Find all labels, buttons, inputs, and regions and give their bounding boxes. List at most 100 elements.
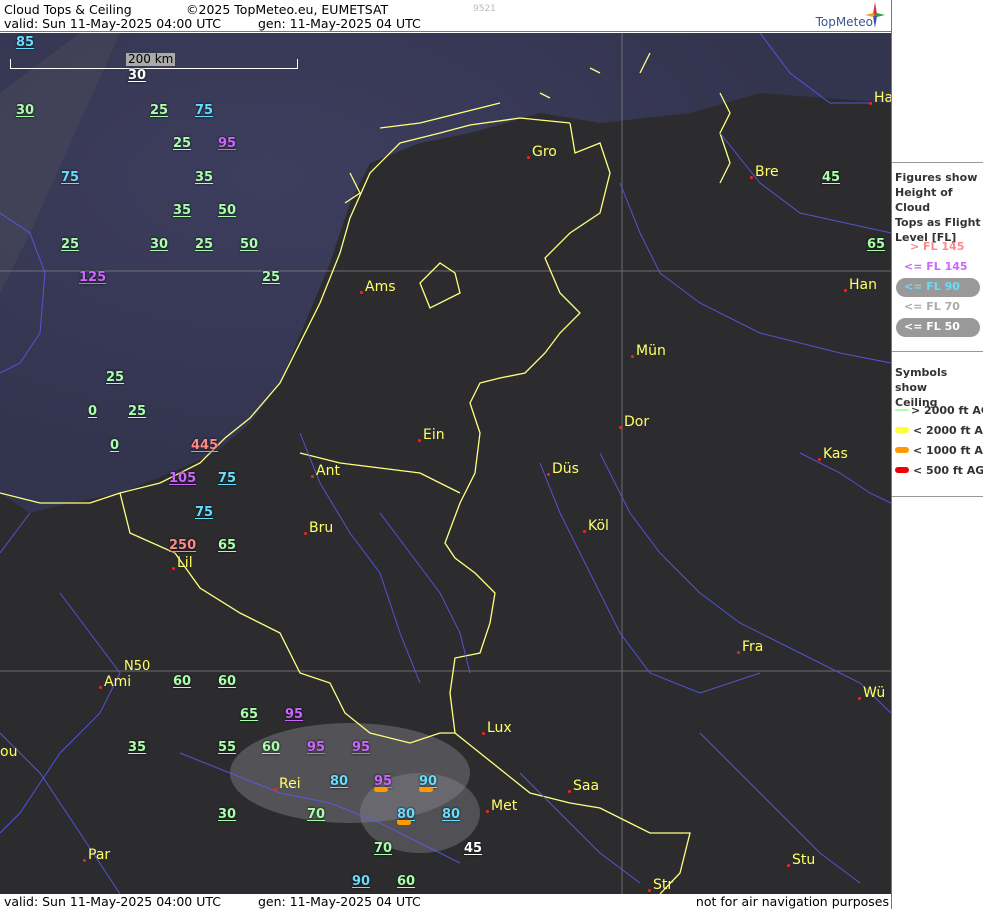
cloud-top-value: 75 — [61, 170, 80, 185]
cloud-top-value: 80 — [442, 807, 461, 822]
city-label: Ams — [360, 280, 396, 294]
legend-ceiling-item: < 500 ft AGL — [913, 464, 983, 477]
cloud-top-value: 75 — [195, 103, 214, 118]
legend-tops-title: Figures show Height of Cloud Tops as Fli… — [895, 171, 981, 244]
city-label: Wü — [858, 686, 885, 700]
cloud-top-value: 25 — [195, 237, 214, 252]
cloud-top-value: 50 — [240, 237, 259, 252]
legend-ceiling-item: > 2000 ft AGL — [911, 404, 983, 417]
satellite-map: 200 km N50 Gro Bre Ha Ams Han Mün Ein Do… — [0, 33, 891, 894]
ceiling-symbol-icon — [895, 409, 909, 411]
city-label: Met — [486, 799, 517, 813]
cloud-top-value: 60 — [397, 874, 416, 889]
city-label: Stu — [787, 853, 815, 867]
city-label: Par — [83, 848, 110, 862]
city-label: Bre — [750, 165, 779, 179]
cloud-top-value: 35 — [173, 203, 192, 218]
cloud-top-value: 95 — [218, 136, 237, 151]
city-label: Ha — [869, 91, 891, 105]
cloud-top-value: 75 — [218, 471, 237, 486]
city-label: Bru — [304, 521, 333, 535]
city-label: Fra — [737, 640, 763, 654]
cloud-top-value: 95 — [307, 740, 326, 755]
cloud-top-value: 75 — [195, 505, 214, 520]
scale-label: 200 km — [126, 52, 176, 66]
city-label: Düs — [547, 462, 579, 476]
footer-valid-time: valid: Sun 11-May-2025 04:00 UTC — [4, 894, 221, 909]
ceiling-symbol — [419, 787, 433, 792]
city-label: Ant — [311, 464, 340, 478]
city-label: Lil — [172, 556, 193, 570]
legend-panel: Figures show Height of Cloud Tops as Fli… — [891, 0, 983, 909]
valid-time: valid: Sun 11-May-2025 04:00 UTC — [4, 16, 221, 31]
city-label: Han — [844, 278, 877, 292]
cloud-top-value: 65 — [240, 707, 259, 722]
cloud-top-value: 30 — [150, 237, 169, 252]
city-label: Str — [648, 878, 673, 892]
cloud-top-value: 50 — [218, 203, 237, 218]
legend-tops-item: <= FL 90 — [904, 280, 960, 293]
ceiling-symbol — [374, 787, 388, 792]
city-label: Saa — [568, 779, 599, 793]
cloud-top-value: 25 — [106, 370, 125, 385]
footer-bar: valid: Sun 11-May-2025 04:00 UTC gen: 11… — [0, 894, 891, 909]
cloud-top-value: 60 — [262, 740, 281, 755]
cloud-top-value: 70 — [307, 807, 326, 822]
city-label: Rei — [274, 777, 301, 791]
city-label: Lux — [482, 721, 512, 735]
cloud-top-value: 35 — [128, 740, 147, 755]
compass-icon — [865, 2, 885, 28]
cloud-top-value: 85 — [16, 35, 35, 50]
header-bar: Cloud Tops & Ceiling ©2025 TopMeteo.eu, … — [0, 0, 891, 32]
cloud-top-value: 250 — [169, 538, 197, 553]
cloud-top-value: 30 — [218, 807, 237, 822]
topmeteo-logo: TopMeteo — [790, 2, 885, 30]
cloud-top-value: 60 — [218, 674, 237, 689]
cloud-top-value: 65 — [867, 237, 886, 252]
cloud-top-value: 90 — [352, 874, 371, 889]
disclaimer: not for air navigation purposes — [695, 894, 889, 909]
cloud-top-value: 30 — [128, 68, 147, 83]
cloud-top-value: 25 — [61, 237, 80, 252]
cloud-top-value: 0 — [110, 438, 120, 453]
copyright: ©2025 TopMeteo.eu, EUMETSAT — [186, 2, 389, 17]
city-label: Gro — [527, 145, 557, 159]
legend-ceiling-item: < 2000 ft AGL — [913, 424, 983, 437]
city-label: Mün — [631, 344, 666, 358]
generated-time: gen: 11-May-2025 04 UTC — [258, 16, 421, 31]
city-label: Ein — [418, 428, 445, 442]
cloud-top-value: 70 — [374, 841, 393, 856]
cloud-top-value: 30 — [16, 103, 35, 118]
ceiling-symbol-icon — [895, 447, 909, 453]
map-title: Cloud Tops & Ceiling — [4, 2, 132, 17]
image-code: 9521 — [473, 4, 496, 14]
ceiling-symbol-icon — [895, 467, 909, 473]
cloud-top-value: 25 — [173, 136, 192, 151]
legend-tops-item: <= FL 70 — [904, 300, 960, 313]
cloud-top-value: 0 — [88, 404, 98, 419]
cloud-top-value: 45 — [822, 170, 841, 185]
city-label: Köl — [583, 519, 609, 533]
cloud-top-value: 125 — [79, 270, 107, 285]
cloud-top-value: 80 — [330, 774, 349, 789]
cloud-top-value: 25 — [150, 103, 169, 118]
cloud-top-value: 45 — [464, 841, 483, 856]
cloud-top-value: 95 — [352, 740, 371, 755]
cloud-top-value: 65 — [218, 538, 237, 553]
legend-tops-item: <= FL 145 — [904, 260, 968, 273]
map-background — [0, 33, 891, 894]
cloud-top-value: 95 — [285, 707, 304, 722]
city-label: Ami — [99, 675, 131, 689]
legend-tops-item: <= FL 50 — [904, 320, 960, 333]
ceiling-symbol — [397, 820, 411, 825]
legend-ceiling-item: < 1000 ft AGL — [913, 444, 983, 457]
latitude-label: N50 — [124, 659, 151, 674]
ceiling-symbol-icon — [895, 427, 909, 433]
cloud-top-value: 25 — [128, 404, 147, 419]
city-label: Dor — [619, 415, 649, 429]
cloud-top-value: 35 — [195, 170, 214, 185]
cloud-top-value: 105 — [169, 471, 197, 486]
cloud-top-value: 25 — [262, 270, 281, 285]
cloud-top-value: 60 — [173, 674, 192, 689]
cloud-top-value: 55 — [218, 740, 237, 755]
